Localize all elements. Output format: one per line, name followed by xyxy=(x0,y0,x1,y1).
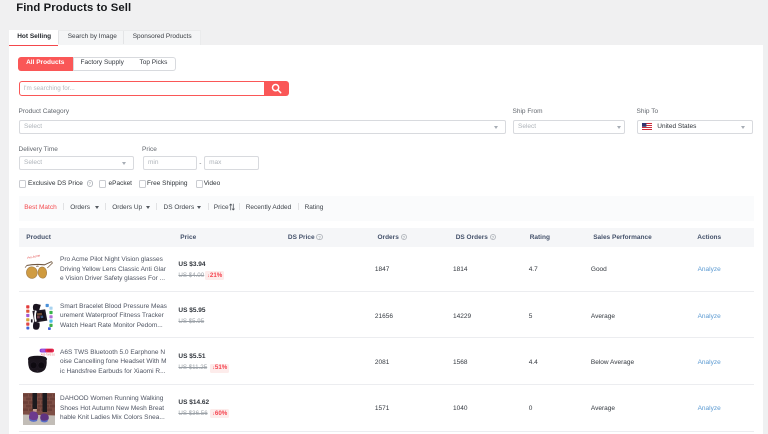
svg-text:A6S-TWS 5.0: A6S-TWS 5.0 xyxy=(41,353,55,356)
